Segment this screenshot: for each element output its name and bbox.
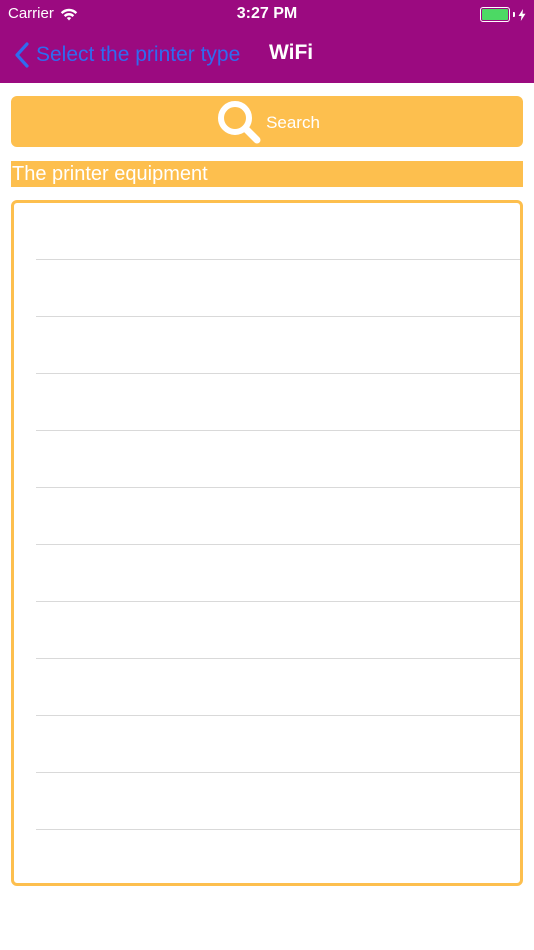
search-label: Search	[266, 112, 320, 132]
battery-icon	[480, 7, 510, 22]
list-item[interactable]	[14, 317, 520, 374]
clock: 3:27 PM	[236, 5, 298, 22]
status-bar: Carrier 3:27 PM	[0, 0, 534, 28]
list-item[interactable]	[14, 374, 520, 431]
list-item[interactable]	[14, 602, 520, 659]
list-item[interactable]	[14, 260, 520, 317]
back-label: Select the printer type	[36, 43, 241, 66]
list-item[interactable]	[14, 659, 520, 716]
section-header: The printer equipment	[11, 161, 523, 187]
printer-list[interactable]	[11, 200, 523, 886]
battery-tip	[513, 12, 515, 17]
nav-title: WiFi	[269, 41, 314, 64]
search-button[interactable]: Search	[11, 96, 523, 147]
list-item[interactable]	[14, 431, 520, 488]
list-item[interactable]	[14, 830, 520, 883]
list-item[interactable]	[14, 488, 520, 545]
navigation-bar: Select the printer type WiFi	[0, 28, 534, 83]
top-bar: Carrier 3:27 PM Select the printer type …	[0, 0, 534, 83]
battery-fill	[482, 9, 508, 20]
chevron-left-icon	[15, 42, 29, 68]
search-icon	[218, 100, 261, 143]
list-item[interactable]	[14, 716, 520, 773]
back-button[interactable]: Select the printer type	[14, 40, 240, 70]
screen: Carrier 3:27 PM Select the printer type …	[0, 0, 534, 950]
list-item[interactable]	[14, 203, 520, 260]
charging-bolt-icon	[518, 8, 526, 21]
list-item[interactable]	[14, 773, 520, 830]
list-item[interactable]	[14, 545, 520, 602]
battery-indicator	[480, 7, 526, 22]
